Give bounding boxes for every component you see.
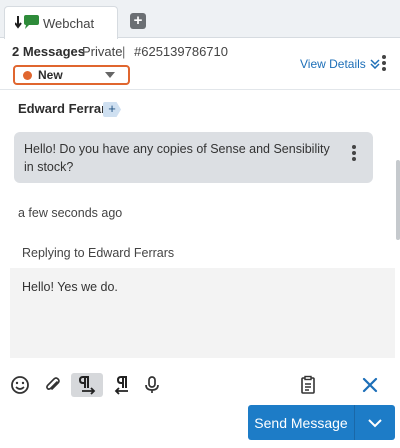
ltr-paragraph-icon xyxy=(78,376,96,395)
message-count: 2 Messages xyxy=(12,44,85,59)
thread-scrollbar[interactable] xyxy=(396,160,400,240)
send-button-group: Send Message xyxy=(248,405,395,440)
template-icon xyxy=(301,375,315,394)
message-thread: Edward Ferrars + Hello! Do you have any … xyxy=(0,90,400,365)
template-button[interactable] xyxy=(297,374,319,396)
message-options-icon[interactable] xyxy=(351,144,357,162)
chevron-down-icon xyxy=(368,418,382,427)
tab-bar: Webchat + xyxy=(0,0,400,39)
customer-message: Hello! Do you have any copies of Sense a… xyxy=(14,132,373,183)
message-timestamp: a few seconds ago xyxy=(18,206,123,220)
conversation-id: #625139786710 xyxy=(134,44,228,59)
status-value: New xyxy=(38,68,63,82)
webchat-icon xyxy=(14,14,41,32)
ltr-paragraph-button[interactable] xyxy=(71,373,103,397)
conversation-header: 2 Messages Private | #625139786710 New V… xyxy=(0,38,400,90)
sender-name: Edward Ferrars xyxy=(18,101,114,116)
double-chevron-down-icon xyxy=(370,59,380,69)
attachment-icon xyxy=(46,377,60,390)
view-details-link[interactable]: View Details xyxy=(300,57,380,71)
attachment-button[interactable] xyxy=(42,374,64,396)
sender-tag-button[interactable]: + xyxy=(103,102,121,117)
send-options-button[interactable] xyxy=(354,405,395,440)
tab-webchat[interactable]: Webchat xyxy=(4,6,118,39)
voice-button[interactable] xyxy=(141,374,163,396)
status-dropdown[interactable]: New xyxy=(13,65,130,85)
add-tab-button[interactable]: + xyxy=(130,13,146,29)
send-message-button[interactable]: Send Message xyxy=(248,405,354,440)
privacy-label: Private xyxy=(82,44,123,59)
composer-toolbar xyxy=(0,365,400,405)
rtl-paragraph-icon xyxy=(114,376,128,395)
rtl-paragraph-button[interactable] xyxy=(112,374,134,396)
message-text: Hello! Do you have any copies of Sense a… xyxy=(24,142,330,174)
reply-text: Hello! Yes we do. xyxy=(22,280,118,294)
header-separator: | xyxy=(122,44,126,59)
more-options-icon[interactable] xyxy=(381,54,387,72)
webchat-panel: Webchat + 2 Messages Private | #62513978… xyxy=(0,0,400,448)
emoji-button[interactable] xyxy=(9,374,31,396)
discard-reply-button[interactable] xyxy=(359,374,381,396)
reply-textarea[interactable]: Hello! Yes we do. xyxy=(10,268,395,358)
status-dot-icon xyxy=(23,70,32,80)
microphone-icon xyxy=(145,376,159,393)
replying-to-label: Replying to Edward Ferrars xyxy=(22,246,175,260)
caret-down-icon xyxy=(105,72,115,78)
emoji-icon xyxy=(11,376,29,394)
view-details-label: View Details xyxy=(300,57,366,71)
close-icon xyxy=(362,377,378,393)
tab-label: Webchat xyxy=(43,15,95,31)
